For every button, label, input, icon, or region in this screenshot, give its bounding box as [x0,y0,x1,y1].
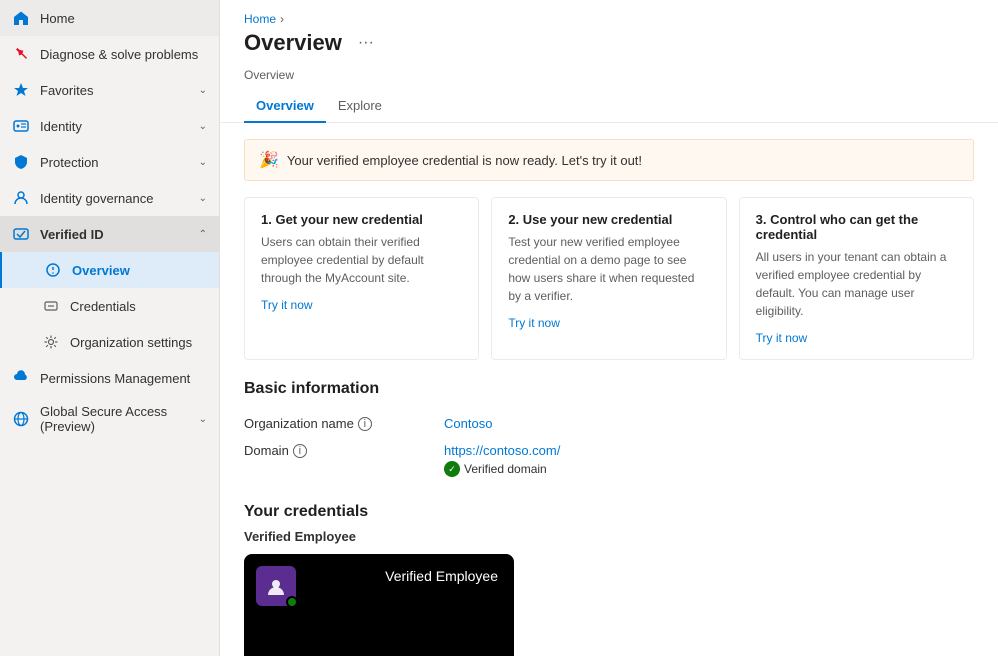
sidebar-item-global-secure[interactable]: Global Secure Access (Preview) ⌄ [0,396,219,442]
verified-id-chevron-icon: ⌃ [199,229,207,240]
card-1-title: 1. Get your new credential [261,212,462,227]
info-table: Organization name i Contoso Domain i htt… [244,410,974,483]
sidebar-item-credentials[interactable]: Credentials [0,288,219,324]
org-name-info-icon[interactable]: i [358,417,372,431]
card-1-link[interactable]: Try it now [261,298,313,312]
card-3-desc: All users in your tenant can obtain a ve… [756,248,957,320]
card-2-desc: Test your new verified employee credenti… [508,233,709,305]
check-circle-icon: ✓ [444,461,460,477]
sidebar: Home Diagnose & solve problems Favorites… [0,0,220,656]
green-dot-icon [286,596,298,608]
cards-container: 1. Get your new credential Users can obt… [244,197,974,360]
credentials-section-title: Your credentials [244,503,974,529]
sidebar-item-home[interactable]: Home [0,0,219,36]
credentials-icon [42,297,60,315]
wrench-icon [12,45,30,63]
sidebar-item-permissions-mgmt[interactable]: Permissions Management [0,360,219,396]
banner: 🎉 Your verified employee credential is n… [244,139,974,181]
cloud-icon [12,369,30,387]
globe-icon [12,410,30,428]
card-control-credential: 3. Control who can get the credential Al… [739,197,974,360]
sidebar-item-favorites[interactable]: Favorites ⌄ [0,72,219,108]
breadcrumb-home-link[interactable]: Home [244,12,276,26]
sidebar-item-identity-governance[interactable]: Identity governance ⌄ [0,180,219,216]
page-subtitle: Overview [220,68,998,90]
info-row-domain: Domain i https://contoso.com/ ✓ Verified… [244,437,974,483]
tab-explore[interactable]: Explore [326,90,394,123]
banner-text: Your verified employee credential is now… [287,153,642,168]
org-name-value[interactable]: Contoso [444,416,492,431]
info-row-org-name: Organization name i Contoso [244,410,974,437]
domain-info-icon[interactable]: i [293,444,307,458]
domain-value[interactable]: https://contoso.com/ [444,443,560,458]
verified-badge: ✓ Verified domain [444,461,560,477]
page-title: Overview [244,30,342,56]
identity-governance-chevron-icon: ⌄ [199,193,207,204]
credentials-subtitle: Verified Employee [244,529,974,544]
banner-icon: 🎉 [259,150,279,170]
credential-card-icon [256,566,296,606]
sidebar-item-protection-label: Protection [40,155,189,170]
card-use-credential: 2. Use your new credential Test your new… [491,197,726,360]
domain-label: Domain i [244,443,444,458]
sidebar-item-credentials-label: Credentials [70,299,207,314]
identity-icon [12,117,30,135]
card-get-credential: 1. Get your new credential Users can obt… [244,197,479,360]
sidebar-item-diagnose-label: Diagnose & solve problems [40,47,207,62]
sidebar-item-permissions-label: Permissions Management [40,371,207,386]
sidebar-item-org-settings[interactable]: Organization settings [0,324,219,360]
basic-info-title: Basic information [220,380,998,410]
overview-icon [44,261,62,279]
credentials-section: Your credentials Verified Employee Verif… [220,503,998,656]
sidebar-item-favorites-label: Favorites [40,83,189,98]
page-header: Overview ··· [220,26,998,68]
sidebar-item-protection[interactable]: Protection ⌄ [0,144,219,180]
breadcrumb-separator: › [280,12,284,26]
sidebar-item-identity[interactable]: Identity ⌄ [0,108,219,144]
credential-card: Verified Employee Contoso [244,554,514,656]
verified-id-icon [12,225,30,243]
tab-overview[interactable]: Overview [244,90,326,123]
domain-value-wrapper: https://contoso.com/ ✓ Verified domain [444,443,560,477]
card-3-title: 3. Control who can get the credential [756,212,957,242]
card-2-title: 2. Use your new credential [508,212,709,227]
protection-chevron-icon: ⌄ [199,157,207,168]
sidebar-item-identity-label: Identity [40,119,189,134]
governance-icon [12,189,30,207]
org-settings-icon [42,333,60,351]
sidebar-item-overview[interactable]: Overview [0,252,219,288]
breadcrumb: Home › [220,0,998,26]
org-name-label: Organization name i [244,416,444,431]
star-icon [12,81,30,99]
favorites-chevron-icon: ⌄ [199,85,207,96]
sidebar-item-home-label: Home [40,11,207,26]
sidebar-item-verified-id-label: Verified ID [40,227,189,242]
global-secure-chevron-icon: ⌄ [199,414,207,425]
identity-chevron-icon: ⌄ [199,121,207,132]
home-icon [12,9,30,27]
tabs-container: Overview Explore [220,90,998,123]
credential-card-label: Verified Employee [385,568,498,584]
shield-icon [12,153,30,171]
card-1-desc: Users can obtain their verified employee… [261,233,462,287]
verified-text: Verified domain [464,462,547,476]
main-content: Home › Overview ··· Overview Overview Ex… [220,0,998,656]
sidebar-item-org-settings-label: Organization settings [70,335,207,350]
sidebar-item-overview-label: Overview [72,263,207,278]
card-2-link[interactable]: Try it now [508,316,560,330]
sidebar-item-identity-governance-label: Identity governance [40,191,189,206]
card-3-link[interactable]: Try it now [756,331,808,345]
ellipsis-button[interactable]: ··· [352,32,380,54]
sidebar-item-global-secure-label: Global Secure Access (Preview) [40,404,189,434]
sidebar-item-diagnose[interactable]: Diagnose & solve problems [0,36,219,72]
sidebar-item-verified-id[interactable]: Verified ID ⌃ [0,216,219,252]
